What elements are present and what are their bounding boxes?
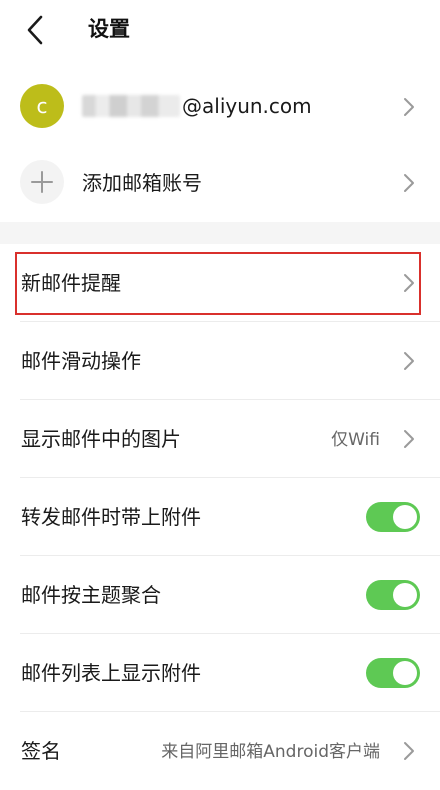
show-images-label: 显示邮件中的图片 xyxy=(21,427,181,451)
show-attachments-label: 邮件列表上显示附件 xyxy=(21,661,201,685)
show-attachments-toggle[interactable] xyxy=(366,658,420,688)
signature-value: 来自阿里邮箱Android客户端 xyxy=(161,742,380,762)
show-images-row[interactable]: 显示邮件中的图片 仅Wifi xyxy=(0,400,440,478)
toggle-knob xyxy=(393,505,417,529)
account-email-domain: @aliyun.com xyxy=(182,94,312,118)
show-attachments-row: 邮件列表上显示附件 xyxy=(0,634,440,712)
back-arrow-icon xyxy=(27,15,43,45)
toggle-knob xyxy=(393,661,417,685)
section-divider xyxy=(0,222,440,244)
group-by-subject-toggle[interactable] xyxy=(366,580,420,610)
header: 设置 xyxy=(0,0,440,60)
add-account-label: 添加邮箱账号 xyxy=(82,171,202,195)
signature-label: 签名 xyxy=(21,739,61,763)
group-by-subject-label: 邮件按主题聚合 xyxy=(21,583,161,607)
forward-attachments-row: 转发邮件时带上附件 xyxy=(0,478,440,556)
forward-attachments-toggle[interactable] xyxy=(366,502,420,532)
chevron-right-icon xyxy=(402,351,416,371)
chevron-right-icon xyxy=(402,97,416,117)
swipe-actions-row[interactable]: 邮件滑动操作 xyxy=(0,322,440,400)
signature-row[interactable]: 签名 来自阿里邮箱Android客户端 xyxy=(0,712,440,790)
redacted-username xyxy=(82,95,180,117)
settings-screen: 设置 c @aliyun.com 添加邮箱账号 新邮件提醒 邮件滑动操作 显示邮… xyxy=(0,0,440,790)
avatar: c xyxy=(20,84,64,128)
page-title: 设置 xyxy=(88,17,130,41)
forward-attachments-label: 转发邮件时带上附件 xyxy=(21,505,201,529)
chevron-right-icon xyxy=(402,173,416,193)
chevron-right-icon xyxy=(402,741,416,761)
highlight-box xyxy=(15,252,421,315)
group-by-subject-row: 邮件按主题聚合 xyxy=(0,556,440,634)
show-images-value: 仅Wifi xyxy=(331,430,380,450)
swipe-actions-label: 邮件滑动操作 xyxy=(21,349,141,373)
account-email: @aliyun.com xyxy=(82,92,312,120)
plus-icon xyxy=(31,171,53,193)
account-row[interactable]: c @aliyun.com xyxy=(0,76,440,140)
back-button[interactable] xyxy=(18,12,54,48)
toggle-knob xyxy=(393,583,417,607)
add-account-row[interactable]: 添加邮箱账号 xyxy=(0,154,440,214)
chevron-right-icon xyxy=(402,429,416,449)
add-account-circle xyxy=(20,160,64,204)
